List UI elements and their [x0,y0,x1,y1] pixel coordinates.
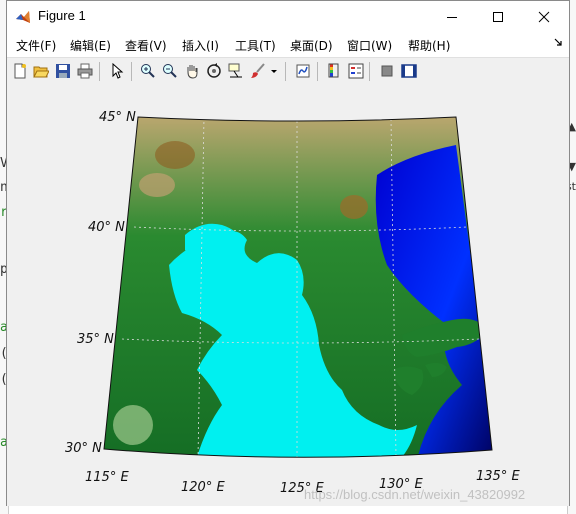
menu-view[interactable]: 查看(V) [125,37,167,54]
toolbar-separator [285,62,286,81]
lon-label-135: 135° E [476,469,520,484]
colorbar-icon [328,63,339,78]
figure-window: Figure 1 文件(F) 编辑(E) 查看(V) 插入(I) 工具(T) 桌… [6,0,570,506]
insert-colorbar-button[interactable] [325,62,343,80]
toolbar-separator [99,62,100,81]
zoom-out-icon [163,64,177,78]
zoom-out-button[interactable] [161,62,179,80]
watermark-text: https://blog.csdn.net/weixin_43820992 [304,487,526,502]
matlab-logo-icon [16,11,30,23]
show-plot-tools-button[interactable] [400,62,418,80]
menu-desktop[interactable]: 桌面(D) [290,37,333,54]
zoom-in-button[interactable] [139,62,157,80]
menu-window[interactable]: 窗口(W) [347,37,392,54]
link-plot-button[interactable] [294,62,312,80]
menu-help[interactable]: 帮助(H) [408,37,450,54]
zoom-in-icon [141,64,155,78]
title-bar[interactable]: Figure 1 [7,1,569,32]
lat-label-45: 45° N [99,110,136,125]
map-terrain [104,117,492,458]
open-file-button[interactable] [32,62,50,80]
lon-label-115: 115° E [85,470,129,485]
minimize-button[interactable] [429,1,475,32]
pointer-icon [112,63,124,79]
rotate-3d-icon [207,63,221,78]
data-cursor-button[interactable] [227,62,245,80]
insert-legend-button[interactable] [347,62,365,80]
dock-arrow-icon[interactable] [553,37,563,47]
open-folder-icon [33,66,49,78]
figure-toolbar [7,58,569,86]
brush-dropdown-button[interactable] [269,62,279,80]
plot-area: 45° N 40° N 35° N 30° N 115° E 120° E 12… [7,85,569,506]
lat-label-30: 30° N [65,441,102,456]
menu-bar: 文件(F) 编辑(E) 查看(V) 插入(I) 工具(T) 桌面(D) 窗口(W… [7,32,569,58]
lon-label-120: 120° E [181,480,225,495]
lat-label-40: 40° N [88,220,125,235]
brush-button[interactable] [249,62,267,80]
rotate-3d-button[interactable] [205,62,223,80]
brush-dropdown-icon [271,70,277,73]
maximize-icon [493,11,503,22]
close-button[interactable] [521,1,567,32]
brush-icon [251,63,265,78]
edit-plot-button[interactable] [108,62,126,80]
window-title: Figure 1 [38,8,86,23]
save-icon [56,64,70,78]
toolbar-separator [369,62,370,81]
lat-label-35: 35° N [77,332,114,347]
print-icon [77,63,93,79]
new-figure-button[interactable] [11,62,29,80]
hide-plot-tools-button[interactable] [378,62,396,80]
menu-insert[interactable]: 插入(I) [182,37,219,54]
link-plot-icon [296,64,310,78]
data-cursor-icon [228,63,242,78]
menu-tools[interactable]: 工具(T) [235,37,276,54]
close-icon [538,11,550,22]
toolbar-separator [131,62,132,81]
show-plot-tools-icon [401,64,417,78]
legend-icon [348,63,364,79]
new-figure-icon [14,63,26,79]
menu-file[interactable]: 文件(F) [16,37,56,54]
toolbar-separator [317,62,318,81]
save-button[interactable] [54,62,72,80]
maximize-button[interactable] [475,1,521,32]
pan-button[interactable] [183,62,201,80]
hide-plot-tools-icon [381,65,393,77]
print-button[interactable] [76,62,94,80]
menu-edit[interactable]: 编辑(E) [70,37,111,54]
minimize-icon [447,16,457,18]
pan-hand-icon [187,65,198,79]
